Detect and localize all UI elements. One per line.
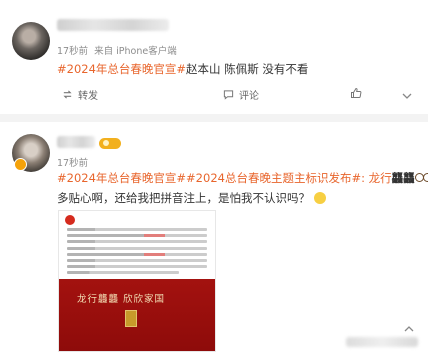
cctv-logo-icon xyxy=(65,215,75,225)
embedded-image[interactable]: 龙行龘龘 欣欣家国 xyxy=(58,210,216,352)
poster-title: 龙行龘龘 欣欣家国 xyxy=(77,294,166,305)
post-time: 17秒前 xyxy=(57,158,89,169)
embed-header xyxy=(65,215,75,225)
post-source: 来自 iPhone客户端 xyxy=(94,46,177,57)
smirk-emoji-icon xyxy=(313,192,326,204)
post-line-2: 多贴心啊，还给我把拼音注上，是怕我不认识吗？ xyxy=(57,190,326,206)
comment-label: 评论 xyxy=(239,91,259,102)
repost-icon xyxy=(63,90,72,99)
username-blurred[interactable] xyxy=(57,136,95,148)
eyes-emoji-icon xyxy=(414,172,428,183)
post-text: #2024年总台春晚官宣##2024总台春晚主题主标识发布#: 龙行龘龘 xyxy=(57,170,428,186)
repost-label: 转发 xyxy=(78,91,98,102)
blurred-watermark xyxy=(346,337,418,347)
hashtag-link[interactable]: #2024年总台春晚官宣# xyxy=(57,62,186,76)
dragon-text: 龘龘 xyxy=(391,171,415,185)
chevron-down-icon[interactable] xyxy=(402,92,412,100)
chevron-up-icon[interactable] xyxy=(404,325,414,333)
hashtag-suffix: : 龙行 xyxy=(361,171,392,185)
action-bar: 转发 评论 xyxy=(0,87,428,105)
hashtag-link[interactable]: #2024年总台春晚官宣# xyxy=(57,171,186,185)
post-text: #2024年总台春晚官宣#赵本山 陈佩斯 没有不看 xyxy=(57,61,308,77)
poster-image: 龙行龘龘 欣欣家国 xyxy=(59,279,215,351)
repost-button[interactable]: 转发 xyxy=(62,87,98,102)
post-time: 17秒前 xyxy=(57,46,89,57)
post-body: 多贴心啊，还给我把拼音注上，是怕我不认识吗？ xyxy=(57,191,310,205)
post-body: 赵本山 陈佩斯 没有不看 xyxy=(186,62,309,76)
post-meta: 17秒前 来自 iPhone客户端 xyxy=(57,43,177,57)
verified-badge-icon xyxy=(14,158,27,171)
thumbs-up-icon xyxy=(351,87,362,98)
comment-button[interactable]: 评论 xyxy=(223,87,259,102)
avatar[interactable] xyxy=(12,22,50,60)
hashtag-link[interactable]: #2024总台春晚主题主标识发布# xyxy=(186,171,361,185)
poster-seal-icon xyxy=(125,310,137,327)
embed-article-text xyxy=(67,228,207,278)
username-blurred[interactable] xyxy=(57,19,169,31)
post-card: 17秒前 来自 iPhone客户端 #2024年总台春晚官宣#赵本山 陈佩斯 没… xyxy=(0,0,428,114)
like-button[interactable] xyxy=(350,87,367,99)
comment-icon xyxy=(223,90,234,100)
vip-badge-icon[interactable] xyxy=(99,138,121,149)
